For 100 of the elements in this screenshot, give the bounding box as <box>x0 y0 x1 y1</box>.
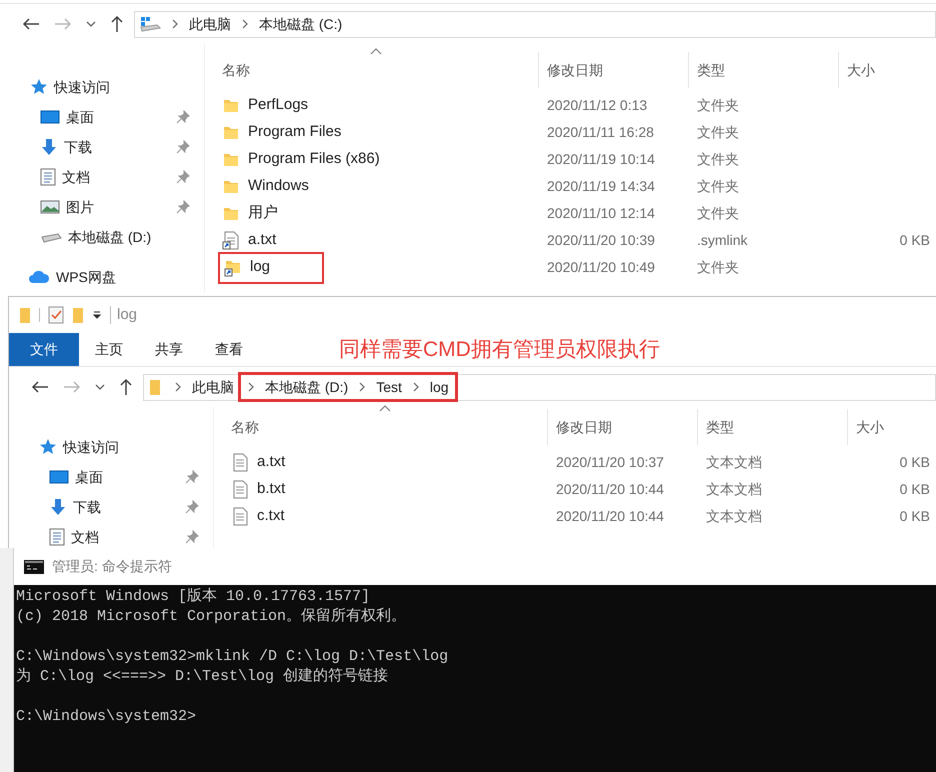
address-bar[interactable]: 此电脑 本地磁盘 (D:) Test log <box>143 374 936 400</box>
column-header[interactable]: 修改日期 <box>556 416 612 438</box>
file-name[interactable]: Windows <box>248 175 309 198</box>
breadcrumb-item[interactable]: 此电脑 <box>192 376 234 398</box>
back-arrow-icon[interactable] <box>31 380 49 394</box>
console-icon <box>24 560 44 574</box>
column-header[interactable]: 类型 <box>697 60 725 80</box>
file-size: 0 KB <box>900 231 930 250</box>
image-icon <box>40 199 60 215</box>
console-line: 为 C:\log <<===>> D:\Test\log 创建的符号链接 <box>16 667 390 687</box>
file-name[interactable]: PerfLogs <box>248 94 308 117</box>
document-icon <box>231 480 249 499</box>
sidebar-item[interactable]: 快速访问 <box>63 436 199 458</box>
chevron-right-icon <box>241 19 249 29</box>
address-bar[interactable]: 此电脑 本地磁盘 (C:) <box>134 10 936 38</box>
column-header[interactable]: 类型 <box>706 416 734 438</box>
file-type: 文本文档 <box>706 508 762 524</box>
file-name[interactable]: Program Files (x86) <box>248 148 380 171</box>
breadcrumb-item[interactable]: Test <box>376 376 402 398</box>
monitor-icon <box>49 469 69 485</box>
drive-icon <box>40 231 62 243</box>
folder-shortcut-icon <box>224 258 242 277</box>
file-name[interactable]: c.txt <box>257 505 285 528</box>
modified-date: 2020/11/20 10:37 <box>556 454 664 470</box>
star-icon <box>30 78 48 96</box>
pin-icon[interactable] <box>185 530 199 544</box>
breadcrumb-item[interactable]: 此电脑 <box>189 14 231 34</box>
up-arrow-icon[interactable] <box>110 15 124 33</box>
pin-icon[interactable] <box>176 170 190 184</box>
sort-caret-icon[interactable] <box>379 405 391 412</box>
sidebar-item[interactable]: 文档 <box>62 166 170 188</box>
file-name[interactable]: log <box>250 256 270 279</box>
file-type: 文件夹 <box>697 150 739 166</box>
chevron-right-icon <box>171 19 179 29</box>
console-line: (c) 2018 Microsoft Corporation。保留所有权利。 <box>16 607 408 627</box>
file-name[interactable]: 用户 <box>248 202 278 225</box>
ribbon-tab[interactable]: 共享 <box>139 333 199 366</box>
sidebar-item[interactable]: 快速访问 <box>54 76 190 98</box>
console-line: C:\Windows\system32>mklink /D C:\log D:\Test\log <box>16 647 450 667</box>
ribbon-tab[interactable]: 文件 <box>9 333 79 366</box>
chevron-down-icon[interactable] <box>95 383 105 391</box>
file-type: .symlink <box>697 232 748 248</box>
modified-date: 2020/11/20 10:44 <box>556 480 664 496</box>
checklist-icon[interactable] <box>48 306 64 324</box>
chevron-down-icon[interactable] <box>86 20 96 28</box>
download-arrow-icon <box>49 498 67 516</box>
chevron-right-icon <box>174 382 182 392</box>
pin-icon[interactable] <box>185 500 199 514</box>
chevron-right-icon <box>358 382 366 392</box>
file-name[interactable]: Program Files <box>248 121 342 144</box>
modified-date: 2020/11/12 0:13 <box>547 96 648 112</box>
sidebar-item[interactable]: 桌面 <box>66 106 170 128</box>
file-size: 0 KB <box>900 507 930 526</box>
file-name[interactable]: b.txt <box>257 478 286 501</box>
dropdown-caret-icon[interactable] <box>92 310 102 320</box>
file-name[interactable]: a.txt <box>248 229 276 252</box>
breadcrumb-item[interactable]: log <box>430 376 449 398</box>
file-type: 文本文档 <box>706 454 762 470</box>
document-icon <box>231 453 249 472</box>
breadcrumb-item[interactable]: 本地磁盘 (C:) <box>259 14 342 34</box>
star-icon <box>39 438 57 456</box>
pin-icon[interactable] <box>176 200 190 214</box>
sidebar-item[interactable]: 本地磁盘 (D:) <box>68 226 190 248</box>
chevron-right-icon <box>247 382 255 392</box>
column-header[interactable]: 名称 <box>222 60 250 80</box>
pin-icon[interactable] <box>185 470 199 484</box>
back-arrow-icon[interactable] <box>22 17 40 31</box>
ribbon-tab[interactable]: 主页 <box>79 333 139 366</box>
forward-arrow-icon[interactable] <box>54 17 72 31</box>
ribbon-tab[interactable]: 查看 <box>199 333 259 366</box>
file-size: 0 KB <box>900 480 930 499</box>
pin-icon[interactable] <box>176 110 190 124</box>
sort-caret-icon[interactable] <box>370 48 382 55</box>
file-type: 文本文档 <box>706 480 762 496</box>
column-header[interactable]: 大小 <box>856 416 884 438</box>
document-icon <box>49 528 65 546</box>
file-type: 文件夹 <box>697 258 739 274</box>
file-type: 文件夹 <box>697 178 739 194</box>
computer-icon <box>139 16 161 32</box>
sidebar-item[interactable]: 下载 <box>73 496 179 518</box>
sidebar-item[interactable]: WPS网盘 <box>56 266 190 288</box>
file-name[interactable]: a.txt <box>257 451 286 474</box>
column-header[interactable]: 名称 <box>231 416 259 438</box>
breadcrumb-item[interactable]: 本地磁盘 (D:) <box>265 376 348 398</box>
column-header[interactable]: 大小 <box>847 60 875 80</box>
sidebar-item[interactable]: 图片 <box>66 196 170 218</box>
up-arrow-icon[interactable] <box>119 378 133 396</box>
modified-date: 2020/11/20 10:44 <box>556 508 664 524</box>
forward-arrow-icon[interactable] <box>63 380 81 394</box>
sidebar-item[interactable]: 文档 <box>71 526 179 548</box>
chevron-right-icon <box>412 382 420 392</box>
modified-date: 2020/11/19 10:14 <box>547 150 655 166</box>
monitor-icon <box>40 109 60 125</box>
annotation-text: 同样需要CMD拥有管理员权限执行 <box>339 336 660 363</box>
sidebar-item[interactable]: 下载 <box>64 136 170 158</box>
column-header[interactable]: 修改日期 <box>547 60 603 80</box>
document-icon <box>40 168 56 186</box>
console-line: C:\Windows\system32> <box>16 707 198 727</box>
sidebar-item[interactable]: 桌面 <box>75 466 179 488</box>
pin-icon[interactable] <box>176 140 190 154</box>
